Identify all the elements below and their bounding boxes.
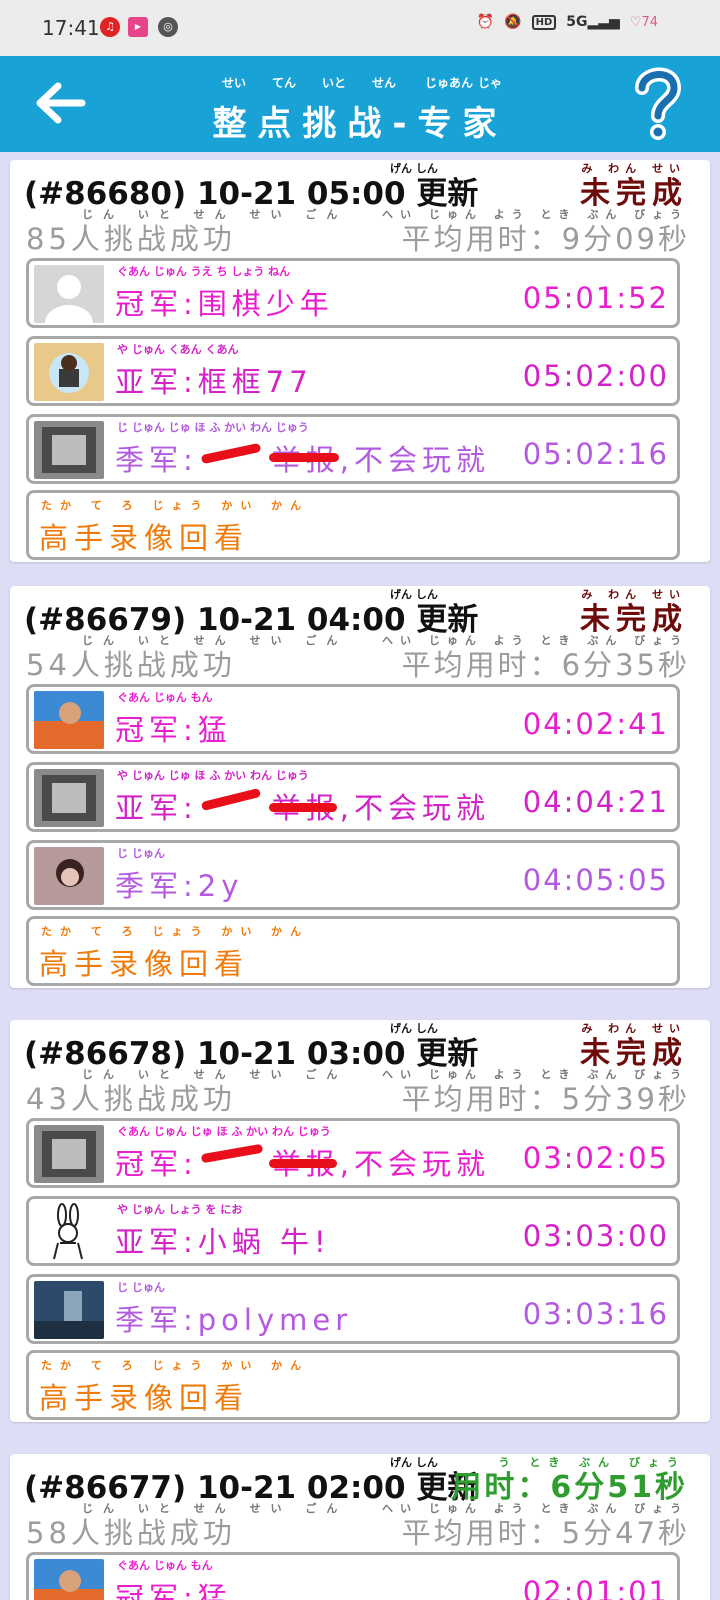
- title-ruby-1: せい: [222, 76, 247, 90]
- help-icon[interactable]: [632, 66, 684, 142]
- rank-time: 02:01:01: [522, 1575, 669, 1600]
- rank-row-bronze[interactable]: じ じゅん じゅ ほ ふ かい わん じゅう 季军: 举报,不会玩就 05:02:…: [26, 414, 680, 484]
- title-ruby-6: じゃ: [478, 76, 503, 90]
- signal-icon: 5G▂▃▅: [566, 14, 620, 30]
- avatar: [34, 1281, 104, 1339]
- replay-button[interactable]: たか て ろ じょう かい かん 高手录像回看: [26, 916, 680, 986]
- avatar: [34, 769, 104, 827]
- rank-label: 季军:polymer: [115, 1303, 353, 1337]
- alarm-icon: ⏰: [476, 14, 495, 30]
- avatar: [34, 847, 104, 905]
- redaction-mark: [269, 1159, 337, 1168]
- rank-row-silver[interactable]: や じゅん くあん くあん 亚军:框框77 05:02:00: [26, 336, 680, 406]
- mute-icon: 🔕: [504, 14, 522, 30]
- redaction-mark: [269, 453, 339, 462]
- average-time: 平均用时：5分39秒: [401, 1082, 690, 1116]
- rank-label: 亚军:框框77: [115, 365, 313, 399]
- challenge-card: げん しん (#86680) 10-21 05:00 更新 み わん せい 未完…: [10, 160, 710, 562]
- title-ruby-4: せん: [372, 76, 397, 90]
- rank-time: 03:03:16: [522, 1297, 669, 1331]
- avatar: [34, 421, 104, 479]
- rank-time: 05:02:16: [522, 437, 669, 471]
- challenge-card: げん しん (#86679) 10-21 04:00 更新 み わん せい 未完…: [10, 586, 710, 988]
- rank-label: 冠军:猛: [115, 713, 232, 747]
- status-bar: 17:41 ♫ ▶ ◎ ⏰ 🔕 HD 5G▂▃▅ ♡74: [0, 0, 720, 56]
- average-time: 平均用时：5分47秒: [401, 1516, 690, 1550]
- success-count: 58人挑战成功: [26, 1516, 236, 1550]
- rank-row-gold[interactable]: ぐあん じゅん じゅ ほ ふ かい わん じゅう 冠军: 举报,不会玩就 03:0…: [26, 1118, 680, 1188]
- rank-time: 04:05:05: [522, 863, 669, 897]
- title-ruby-5: じゅあん: [425, 76, 474, 90]
- avatar: [34, 1559, 104, 1600]
- rank-label: 冠军:围棋少年: [115, 287, 334, 321]
- video-app-icon: ▶: [128, 17, 148, 37]
- rank-time: 04:04:21: [522, 785, 669, 819]
- app-header: せい てん いと せん じゅあん じゃ 整点挑战-专家: [0, 56, 720, 152]
- avatar: [34, 343, 104, 401]
- notification-app-icon: ◎: [158, 17, 178, 37]
- page-title: 整点挑战-专家: [212, 104, 508, 144]
- rank-time: 04:02:41: [522, 707, 669, 741]
- challenge-card: げん しん (#86678) 10-21 03:00 更新 み わん せい 未完…: [10, 1020, 710, 1422]
- hd-icon: HD: [531, 14, 557, 30]
- rank-time: 05:01:52: [522, 281, 669, 315]
- replay-button[interactable]: たか て ろ じょう かい かん 高手录像回看: [26, 1350, 680, 1420]
- music-app-icon: ♫: [100, 17, 120, 37]
- rank-time: 03:02:05: [522, 1141, 669, 1175]
- replay-label: 高手录像回看: [39, 521, 250, 555]
- status-icons: ⏰ 🔕 HD 5G▂▃▅ ♡74: [477, 14, 658, 30]
- rank-row-bronze[interactable]: じ じゅん 季军:2y 04:05:05: [26, 840, 680, 910]
- rank-row-silver[interactable]: や じゅん しょう を にお 亚军:小蜗 牛! 03:03:00: [26, 1196, 680, 1266]
- rank-row-silver[interactable]: や じゅん じゅ ほ ふ かい わん じゅう 亚军: 举报,不会玩就 04:04:…: [26, 762, 680, 832]
- avatar: [34, 1203, 104, 1261]
- redaction-mark: [269, 803, 337, 812]
- rank-label: 冠军:猛: [115, 1581, 232, 1600]
- success-count: 54人挑战成功: [26, 648, 236, 682]
- rank-label: 季军:2y: [115, 869, 244, 903]
- rank-row-gold[interactable]: ぐあん じゅん もん 冠军:猛 04:02:41: [26, 684, 680, 754]
- average-time: 平均用时：9分09秒: [401, 222, 690, 256]
- rank-row-bronze[interactable]: じ じゅん 季军:polymer 03:03:16: [26, 1274, 680, 1344]
- success-count: 43人挑战成功: [26, 1082, 236, 1116]
- average-time: 平均用时：6分35秒: [401, 648, 690, 682]
- replay-button[interactable]: たか て ろ じょう かい かん 高手录像回看: [26, 490, 680, 560]
- replay-label: 高手录像回看: [39, 1381, 250, 1415]
- replay-label: 高手录像回看: [39, 947, 250, 981]
- avatar: [34, 265, 104, 323]
- avatar: [34, 691, 104, 749]
- status-time: 17:41: [42, 16, 100, 40]
- rank-time: 03:03:00: [522, 1219, 669, 1253]
- battery-icon: ♡74: [629, 14, 658, 30]
- avatar: [34, 1125, 104, 1183]
- rank-label: 亚军:小蜗 牛!: [115, 1225, 331, 1259]
- success-count: 85人挑战成功: [26, 222, 236, 256]
- challenge-card: げん しん (#86677) 10-21 02:00 更新 う とき ぶん びょ…: [10, 1454, 710, 1600]
- title-ruby-3: いと: [322, 76, 347, 90]
- rank-row-gold[interactable]: ぐあん じゅん うえ ち しょう ねん 冠军:围棋少年 05:01:52: [26, 258, 680, 328]
- title-ruby-2: てん: [272, 76, 297, 90]
- rank-row-gold[interactable]: ぐあん じゅん もん 冠军:猛 02:01:01: [26, 1552, 680, 1600]
- rank-time: 05:02:00: [522, 359, 669, 393]
